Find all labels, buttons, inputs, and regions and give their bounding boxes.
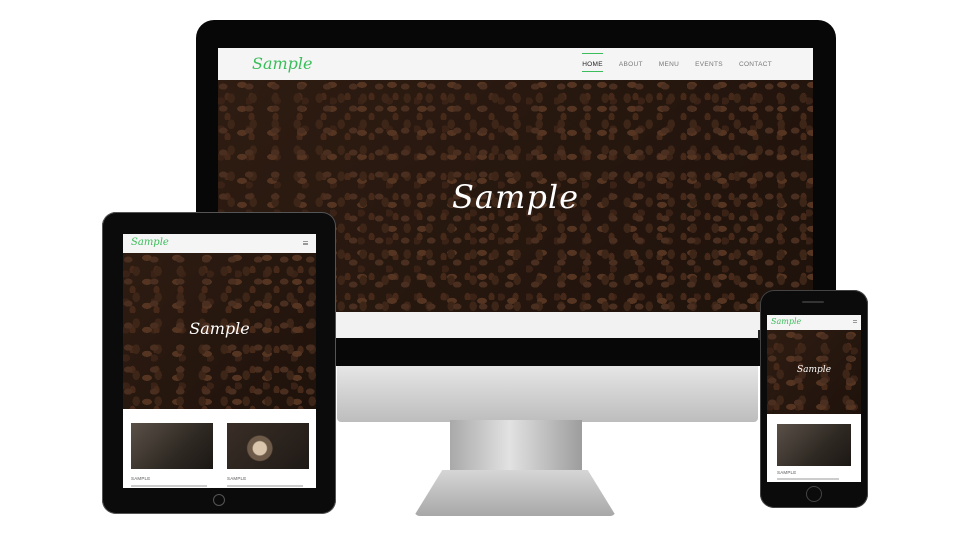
phone-screen: Sample Sample SAMPLE	[767, 315, 861, 482]
desktop-monitor-chin	[337, 366, 758, 422]
tablet-logo[interactable]: Sample	[131, 237, 169, 248]
tablet-screen: Sample Sample SAMPLE SAMPLE	[123, 234, 316, 488]
desktop-nav: HOME ABOUT MENU EVENTS CONTACT	[582, 48, 772, 80]
nav-item-contact[interactable]: CONTACT	[739, 58, 772, 71]
responsive-mockup-scene: Sample HOME ABOUT MENU EVENTS CONTACT Sa…	[0, 0, 960, 540]
tablet-device: Sample Sample SAMPLE SAMPLE	[102, 212, 336, 514]
desktop-hero-title: Sample	[452, 178, 579, 216]
desktop-stand-foot	[414, 470, 616, 516]
phone-site-header: Sample	[767, 315, 861, 330]
tablet-card-image[interactable]	[227, 423, 309, 469]
phone-card-image[interactable]	[777, 424, 851, 466]
nav-item-home[interactable]: HOME	[582, 52, 603, 72]
tablet-hero-title: Sample	[189, 319, 250, 338]
phone-hero-title: Sample	[796, 365, 832, 375]
tablet-card-image[interactable]	[131, 423, 213, 469]
phone-logo[interactable]: Sample	[771, 317, 801, 326]
desktop-logo[interactable]: Sample	[252, 54, 313, 73]
phone-card-text	[777, 478, 839, 480]
nav-item-events[interactable]: EVENTS	[695, 58, 723, 71]
tablet-card-text	[227, 485, 303, 487]
tablet-site-header: Sample	[123, 234, 316, 253]
home-button-icon[interactable]	[213, 494, 225, 506]
hamburger-menu-icon[interactable]	[853, 320, 857, 323]
tablet-hero-banner: Sample	[123, 253, 316, 409]
desktop-site-header: Sample HOME ABOUT MENU EVENTS CONTACT	[218, 48, 813, 80]
phone-device: Sample Sample SAMPLE	[760, 290, 868, 508]
nav-item-menu[interactable]: MENU	[659, 58, 679, 71]
phone-speaker	[802, 301, 824, 303]
hamburger-menu-icon[interactable]	[303, 241, 308, 245]
tablet-card-label: SAMPLE	[131, 476, 151, 481]
phone-hero-banner: Sample	[767, 330, 861, 414]
phone-card-label: SAMPLE	[777, 470, 797, 475]
tablet-card-label: SAMPLE	[227, 476, 247, 481]
home-button-icon[interactable]	[806, 486, 822, 502]
nav-item-about[interactable]: ABOUT	[619, 58, 643, 71]
tablet-card-text	[131, 485, 207, 487]
